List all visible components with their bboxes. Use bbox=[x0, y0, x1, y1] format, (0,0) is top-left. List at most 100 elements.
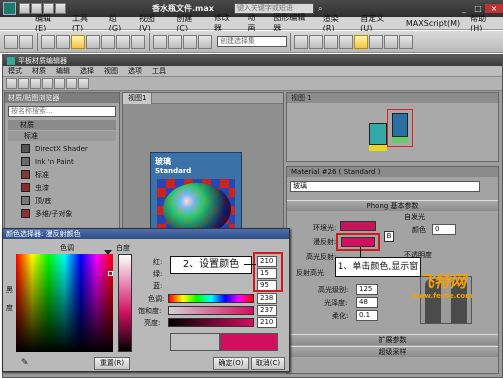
gloss-value[interactable]: 48 bbox=[356, 297, 378, 308]
menu-item[interactable]: 编辑(E) bbox=[30, 13, 67, 33]
menu-item[interactable]: 自定义(U) bbox=[355, 13, 401, 33]
soften-value[interactable]: 0.1 bbox=[356, 310, 378, 321]
percent-snap-icon[interactable] bbox=[183, 34, 197, 49]
sat-slider[interactable] bbox=[168, 306, 254, 315]
mat-menu-item[interactable]: 工具 bbox=[147, 66, 171, 76]
render-frame-icon[interactable] bbox=[384, 34, 398, 49]
align-icon[interactable] bbox=[294, 34, 308, 49]
list-item[interactable]: DirectX Shader bbox=[21, 142, 119, 155]
picker-marker[interactable] bbox=[108, 271, 113, 276]
navigator-thumb-2-bottom[interactable] bbox=[392, 137, 408, 143]
mirror-icon[interactable] bbox=[198, 34, 212, 49]
reset-button[interactable]: 重置(R) bbox=[94, 357, 130, 370]
slate-icon bbox=[7, 56, 15, 65]
diffuse-swatch[interactable] bbox=[341, 237, 375, 247]
ambient-swatch[interactable] bbox=[340, 221, 376, 231]
material-swatch-icon bbox=[21, 196, 30, 205]
delete-icon[interactable] bbox=[30, 78, 41, 89]
self-illum-color-label: 颜色 bbox=[412, 226, 426, 234]
snap-icon[interactable] bbox=[153, 34, 167, 49]
sat-input[interactable]: 237 bbox=[257, 305, 277, 316]
binoculars-icon[interactable]: ⌕ bbox=[318, 4, 322, 14]
mat-menu-item[interactable]: 编辑 bbox=[51, 66, 75, 76]
hue-pointer-icon[interactable] bbox=[104, 250, 112, 255]
hue-label: 色调 bbox=[60, 244, 74, 252]
render-icon[interactable] bbox=[399, 34, 413, 49]
select-by-name-icon[interactable] bbox=[86, 34, 100, 49]
assign-material-icon[interactable] bbox=[18, 78, 29, 89]
list-item[interactable]: Ink 'n Paint bbox=[21, 155, 119, 168]
undo-icon[interactable] bbox=[4, 34, 18, 49]
maximize-button[interactable]: □ bbox=[471, 4, 485, 13]
mat-menu-item[interactable]: 选择 bbox=[75, 66, 99, 76]
unlink-icon[interactable] bbox=[56, 34, 70, 49]
material-swatch-icon bbox=[21, 183, 30, 192]
new-file-icon[interactable] bbox=[19, 3, 30, 14]
mat-editor-title: 平板材质编辑器 bbox=[18, 56, 67, 65]
layer-icon[interactable] bbox=[309, 34, 323, 49]
supersampling-rollout[interactable]: 超级采样 bbox=[287, 346, 498, 357]
menu-item[interactable]: MAXScript(M) bbox=[401, 19, 465, 28]
layout-icon[interactable] bbox=[66, 78, 77, 89]
hue-saturation-field[interactable] bbox=[16, 254, 113, 352]
menu-item[interactable]: 视图(V) bbox=[134, 13, 171, 33]
list-item[interactable]: 标准 bbox=[21, 168, 119, 181]
pick-material-icon[interactable] bbox=[6, 78, 17, 89]
whiteness-bar[interactable] bbox=[118, 254, 132, 352]
material-name-field[interactable]: 玻璃 bbox=[290, 181, 480, 192]
schematic-icon[interactable] bbox=[339, 34, 353, 49]
eyedropper-icon[interactable]: ✎ bbox=[21, 358, 33, 368]
mat-menu-item[interactable]: 模式 bbox=[3, 66, 27, 76]
angle-snap-icon[interactable] bbox=[168, 34, 182, 49]
close-button[interactable]: × bbox=[485, 4, 503, 13]
val-input[interactable]: 210 bbox=[257, 317, 277, 328]
spec-level-value[interactable]: 125 bbox=[356, 284, 378, 295]
menu-item[interactable]: 渲染(R) bbox=[318, 13, 355, 33]
view-tab[interactable]: 视图1 bbox=[123, 92, 153, 104]
extended-params-rollout[interactable]: 扩展参数 bbox=[287, 334, 498, 345]
menu-item[interactable]: 创建(C) bbox=[171, 13, 208, 33]
show-map-icon[interactable] bbox=[54, 78, 65, 89]
mat-menu-item[interactable]: 视图 bbox=[99, 66, 123, 76]
menu-item[interactable]: 帮助(H) bbox=[465, 13, 503, 33]
mat-menu-item[interactable]: 材质 bbox=[27, 66, 51, 76]
ok-button[interactable]: 确定(O) bbox=[213, 357, 249, 370]
render-setup-icon[interactable] bbox=[369, 34, 383, 49]
rotate-icon[interactable] bbox=[116, 34, 130, 49]
list-item[interactable]: 多维/子对象 bbox=[21, 207, 119, 220]
app-logo-icon[interactable] bbox=[3, 2, 16, 15]
list-item-label: DirectX Shader bbox=[35, 144, 88, 153]
menu-item[interactable]: 组(G) bbox=[104, 13, 134, 33]
self-illum-value[interactable]: 0 bbox=[432, 224, 456, 235]
selection-set-dropdown[interactable]: 创建选择集 bbox=[217, 36, 287, 47]
curve-editor-icon[interactable] bbox=[324, 34, 338, 49]
select-object-icon[interactable] bbox=[71, 34, 85, 49]
hue-input[interactable]: 238 bbox=[257, 293, 277, 304]
val-slider[interactable] bbox=[168, 318, 254, 327]
minimize-button[interactable]: _ bbox=[457, 4, 471, 13]
black-label: 黑 bbox=[6, 286, 13, 294]
move-icon[interactable] bbox=[101, 34, 115, 49]
materials-group-header[interactable]: 材质 bbox=[8, 120, 116, 130]
navigator-thumb-1-bottom[interactable] bbox=[369, 145, 387, 151]
navigator-thumb-2[interactable] bbox=[392, 113, 408, 137]
nav-icon[interactable] bbox=[78, 78, 89, 89]
list-item[interactable]: 虫漆 bbox=[21, 181, 119, 194]
redo-icon[interactable] bbox=[19, 34, 33, 49]
menu-item[interactable]: 工具(T) bbox=[67, 13, 104, 33]
material-node[interactable]: 玻璃 Standard bbox=[150, 152, 242, 240]
cancel-button[interactable]: 取消(C) bbox=[251, 357, 285, 370]
move-children-icon[interactable] bbox=[42, 78, 53, 89]
browser-search-input[interactable]: 按名称搜索... bbox=[8, 106, 116, 117]
select-link-icon[interactable] bbox=[41, 34, 55, 49]
scale-icon[interactable] bbox=[131, 34, 145, 49]
lock-button[interactable]: B bbox=[384, 231, 394, 242]
navigator-thumb-1[interactable] bbox=[369, 123, 387, 145]
phong-rollout-header[interactable]: Phong 基本参数 bbox=[287, 200, 498, 211]
mat-menu-item[interactable]: 选项 bbox=[123, 66, 147, 76]
hue-slider[interactable] bbox=[168, 294, 254, 303]
standard-group-header[interactable]: 标准 bbox=[8, 131, 116, 141]
material-editor-icon[interactable] bbox=[354, 34, 368, 49]
hue2-label: 色调: bbox=[148, 295, 165, 303]
list-item[interactable]: 顶/底 bbox=[21, 194, 119, 207]
